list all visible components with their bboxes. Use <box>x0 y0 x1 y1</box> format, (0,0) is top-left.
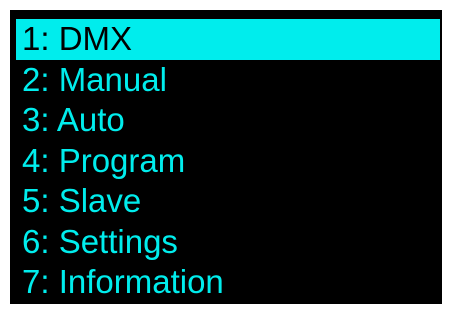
menu-item-auto[interactable]: 3: Auto <box>16 100 440 141</box>
menu-item-manual[interactable]: 2: Manual <box>16 60 440 101</box>
menu-item-dmx[interactable]: 1: DMX <box>16 19 440 60</box>
menu-item-slave[interactable]: 5: Slave <box>16 181 440 222</box>
menu-item-settings[interactable]: 6: Settings <box>16 222 440 263</box>
main-menu: 1: DMX 2: Manual 3: Auto 4: Program 5: S… <box>16 19 440 303</box>
menu-item-information[interactable]: 7: Information <box>16 262 440 303</box>
menu-item-program[interactable]: 4: Program <box>16 141 440 182</box>
display-screen: 1: DMX 2: Manual 3: Auto 4: Program 5: S… <box>10 10 442 304</box>
